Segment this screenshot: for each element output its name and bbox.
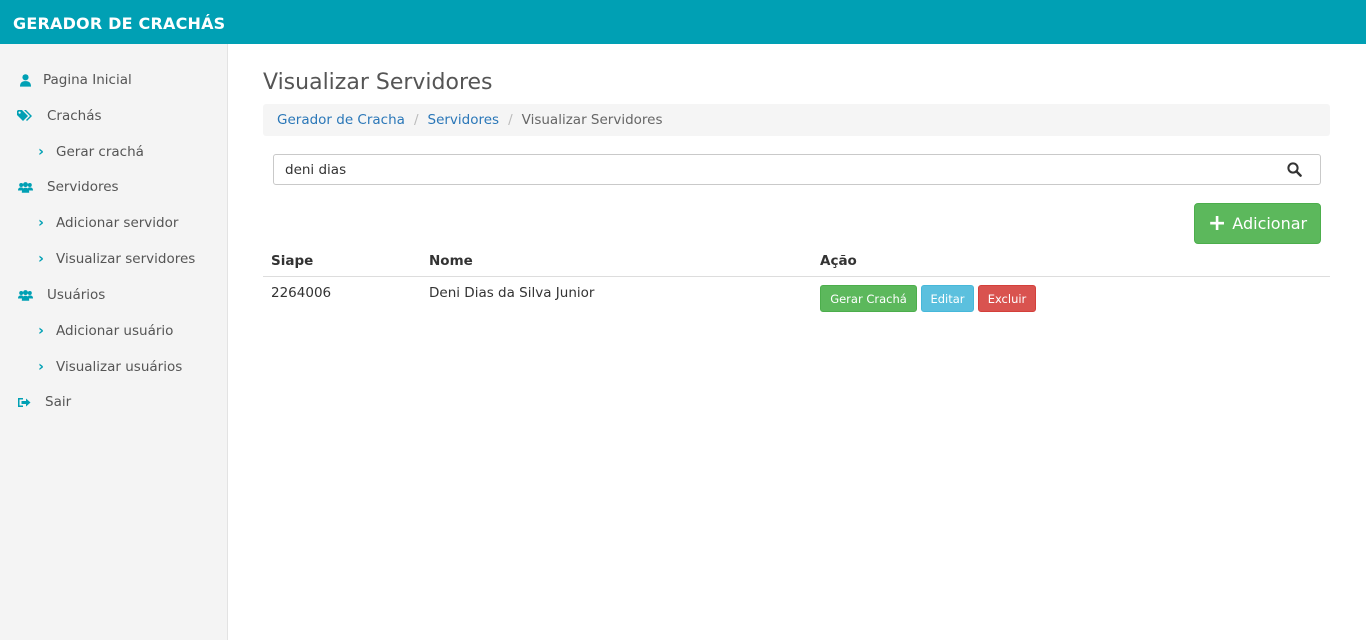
- page-title: Visualizar Servidores: [263, 70, 493, 95]
- column-header-nome: Nome: [429, 253, 473, 269]
- add-button-label: Adicionar: [1232, 214, 1308, 233]
- breadcrumb-current: Visualizar Servidores: [521, 112, 663, 128]
- cell-nome: Deni Dias da Silva Junior: [429, 285, 595, 301]
- breadcrumb-link-gerador[interactable]: Gerador de Cracha: [277, 112, 405, 128]
- chevron-right-icon: ›: [38, 251, 44, 267]
- sidebar-item-usuarios[interactable]: Usuários: [0, 283, 227, 307]
- search-box: [273, 154, 1321, 185]
- column-header-acao: Ação: [820, 253, 857, 269]
- sidebar-item-label: Adicionar servidor: [56, 215, 179, 231]
- sidebar-item-label: Servidores: [47, 179, 119, 195]
- sidebar-item-adicionar-usuario[interactable]: › Adicionar usuário: [0, 319, 227, 343]
- sidebar-item-label: Gerar crachá: [56, 144, 144, 160]
- plus-icon: +: [1207, 210, 1227, 236]
- sidebar-item-sair[interactable]: Sair: [0, 390, 227, 414]
- search-icon[interactable]: [1287, 162, 1303, 178]
- top-bar: GERADOR DE CRACHÁS: [0, 0, 1366, 44]
- sidebar-item-crachas[interactable]: Crachás: [0, 104, 227, 128]
- users-icon: [17, 287, 33, 303]
- search-input[interactable]: [285, 161, 1265, 179]
- sidebar: Pagina Inicial Crachás › Gerar crachá Se…: [0, 44, 228, 640]
- app-brand[interactable]: GERADOR DE CRACHÁS: [13, 14, 225, 34]
- breadcrumb: Gerador de Cracha / Servidores / Visuali…: [263, 104, 1330, 136]
- cell-siape: 2264006: [271, 285, 332, 301]
- sidebar-item-label: Visualizar usuários: [56, 359, 183, 375]
- sign-out-icon: [16, 394, 32, 410]
- gerar-cracha-button[interactable]: Gerar Crachá: [820, 285, 917, 312]
- sidebar-item-label: Crachás: [47, 108, 102, 124]
- column-header-siape: Siape: [271, 253, 314, 269]
- sidebar-item-adicionar-servidor[interactable]: › Adicionar servidor: [0, 211, 227, 235]
- tags-icon: [17, 108, 33, 124]
- sidebar-item-servidores[interactable]: Servidores: [0, 175, 227, 199]
- main-content: Visualizar Servidores Gerador de Cracha …: [228, 44, 1366, 640]
- breadcrumb-separator: /: [413, 112, 419, 128]
- sidebar-item-pagina-inicial[interactable]: Pagina Inicial: [0, 68, 227, 92]
- sidebar-item-label: Visualizar servidores: [56, 251, 196, 267]
- breadcrumb-link-servidores[interactable]: Servidores: [428, 112, 500, 128]
- add-button[interactable]: + Adicionar: [1194, 203, 1321, 244]
- sidebar-item-visualizar-usuarios[interactable]: › Visualizar usuários: [0, 355, 227, 379]
- sidebar-item-label: Sair: [45, 394, 72, 410]
- breadcrumb-separator: /: [508, 112, 513, 128]
- chevron-right-icon: ›: [38, 215, 44, 231]
- chevron-right-icon: ›: [38, 323, 44, 339]
- edit-button[interactable]: Editar: [921, 285, 974, 312]
- sidebar-item-gerar-cracha[interactable]: › Gerar crachá: [0, 140, 227, 164]
- table-row: 2264006 Deni Dias da Silva Junior Gerar …: [263, 277, 1330, 317]
- sidebar-item-label: Pagina Inicial: [43, 72, 132, 88]
- table-header: Siape Nome Ação: [263, 248, 1330, 277]
- chevron-right-icon: ›: [38, 144, 44, 160]
- sidebar-item-label: Usuários: [47, 287, 106, 303]
- sidebar-item-label: Adicionar usuário: [56, 323, 174, 339]
- sidebar-item-visualizar-servidores[interactable]: › Visualizar servidores: [0, 247, 227, 271]
- users-icon: [17, 179, 33, 195]
- delete-button[interactable]: Excluir: [978, 285, 1036, 312]
- chevron-right-icon: ›: [38, 359, 44, 375]
- user-icon: [17, 72, 33, 88]
